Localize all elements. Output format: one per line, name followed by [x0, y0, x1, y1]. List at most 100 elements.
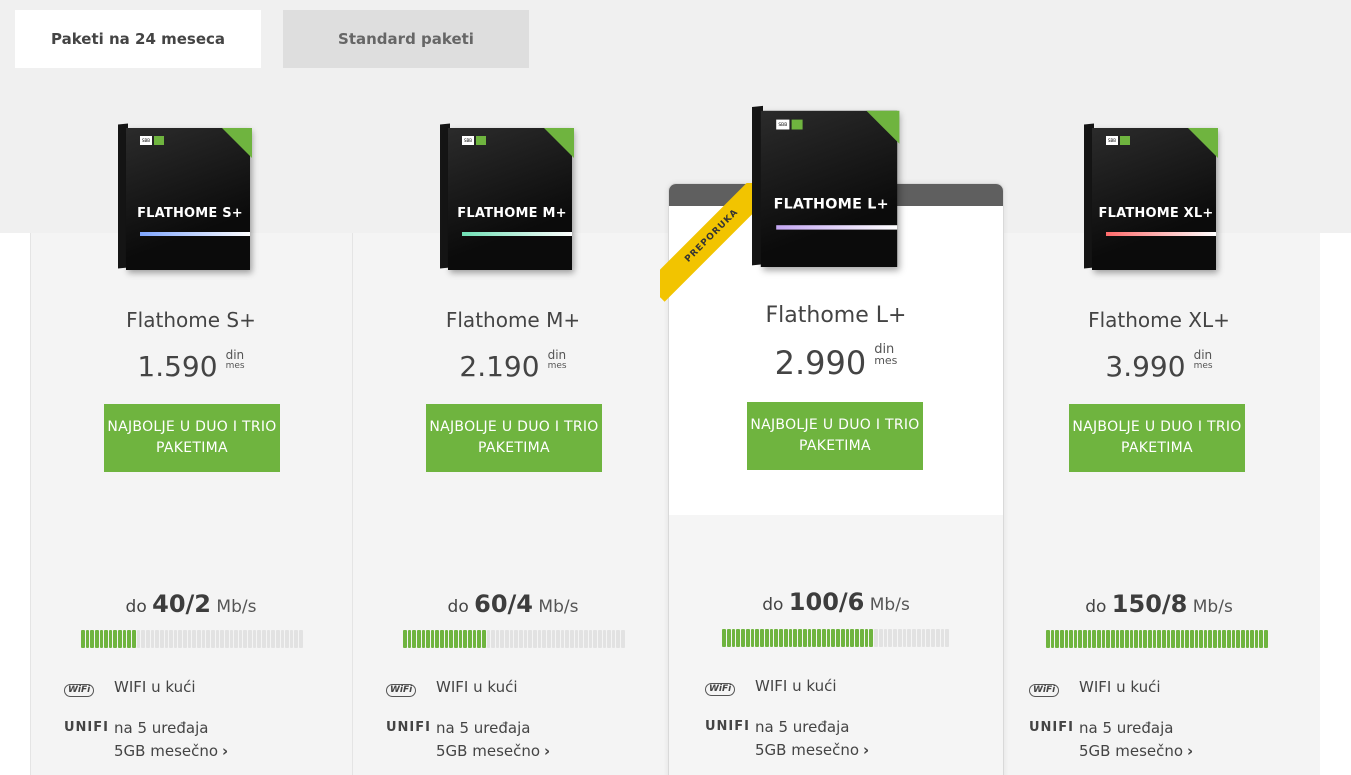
speed-meter-segment: [1097, 630, 1101, 648]
box-stripe: [462, 232, 572, 236]
speed-meter-segment: [403, 630, 407, 648]
speed-meter-segment: [1078, 630, 1083, 648]
speed-meter-segment: [878, 629, 883, 647]
speed-meter-segment: [859, 629, 864, 647]
speed-meter-segment: [1231, 630, 1236, 648]
box-label: FLATHOME L+: [773, 196, 889, 214]
speed-meter-segment: [607, 630, 611, 648]
speed-meter-segment: [916, 629, 921, 647]
speed-meter-segment: [1199, 630, 1203, 648]
speed-meter-segment: [579, 630, 583, 648]
speed-meter: [81, 630, 303, 648]
feature-wifi: WiFi WIFI u kući: [705, 677, 837, 696]
speed-meter-segment: [150, 630, 155, 648]
speed-meter-segment: [1129, 630, 1134, 648]
plan-title: Flathome L+: [765, 303, 907, 328]
speed-meter-segment: [477, 630, 481, 648]
speed-meter-segment: [271, 630, 275, 648]
speed-meter-segment: [745, 629, 750, 647]
speed-meter-segment: [491, 630, 495, 648]
chevron-right-icon[interactable]: ›: [863, 741, 869, 759]
speed-meter-segment: [1180, 630, 1185, 648]
speed-meter-segment: [1264, 630, 1268, 648]
sbb-logo-icon: SBB: [462, 136, 474, 145]
speed-meter-segment: [1092, 630, 1097, 648]
speed-meter-segment: [440, 630, 444, 648]
feature-wifi: WiFi WIFI u kući: [386, 678, 518, 697]
speed-meter-segment: [1162, 630, 1166, 648]
box-stripe: [776, 225, 898, 230]
speed-meter-segment: [1259, 630, 1264, 648]
speed-meter-segment: [583, 630, 588, 648]
chevron-right-icon[interactable]: ›: [1187, 742, 1193, 760]
feature-unifi[interactable]: UNIFI na 5 uređaja 5GB mesečno ›: [386, 717, 550, 763]
sbb-logo-icon: SBB: [776, 119, 790, 130]
speed-meter-segment: [855, 629, 859, 647]
speed-meter-segment: [1050, 630, 1055, 648]
speed-meter-segment: [1189, 630, 1194, 648]
tab-standard[interactable]: Standard paketi: [283, 10, 529, 68]
speed-meter-segment: [99, 630, 104, 648]
cta-button[interactable]: NAJBOLJE U DUO I TRIO PAKETIMA: [104, 404, 280, 472]
speed-meter-segment: [1208, 630, 1213, 648]
speed-meter-segment: [523, 630, 528, 648]
speed-meter-segment: [570, 630, 574, 648]
cta-button[interactable]: NAJBOLJE U DUO I TRIO PAKETIMA: [426, 404, 602, 472]
cta-button[interactable]: NAJBOLJE U DUO I TRIO PAKETIMA: [747, 402, 923, 470]
speed-meter-segment: [1059, 630, 1064, 648]
speed-meter-segment: [192, 630, 197, 648]
speed-meter-segment: [229, 630, 234, 648]
speed-meter-segment: [505, 630, 509, 648]
chevron-right-icon[interactable]: ›: [544, 742, 550, 760]
feature-unifi[interactable]: UNIFI na 5 uređaja 5GB mesečno ›: [64, 717, 228, 763]
speed-meter-segment: [556, 630, 560, 648]
speed-meter-segment: [807, 629, 812, 647]
chevron-right-icon[interactable]: ›: [222, 742, 228, 760]
speed-meter-segment: [1138, 630, 1143, 648]
speed-meter-segment: [731, 629, 736, 647]
speed-meter-segment: [1120, 630, 1124, 648]
speed-meter-segment: [611, 630, 616, 648]
feature-text: WIFI u kući: [755, 677, 837, 695]
speed-meter-segment: [248, 630, 252, 648]
tab-24-months[interactable]: Paketi na 24 meseca: [15, 10, 261, 68]
product-box-s: SBB FLATHOME S+: [118, 120, 252, 270]
speed-meter-segment: [736, 629, 740, 647]
speed-meter-segment: [108, 630, 113, 648]
speed-meter-segment: [238, 630, 243, 648]
speed-label: do 40/2 Mb/s: [125, 590, 257, 618]
speed-meter-segment: [1236, 630, 1240, 648]
speed-meter: [1046, 630, 1268, 648]
speed-meter-segment: [1250, 630, 1254, 648]
speed-meter-segment: [1087, 630, 1092, 648]
speed-meter-segment: [187, 630, 192, 648]
speed-meter-segment: [926, 629, 930, 647]
speed-meter-segment: [621, 630, 625, 648]
speed-meter-segment: [1148, 630, 1152, 648]
speed-meter-segment: [1175, 630, 1180, 648]
speed-meter-segment: [1152, 630, 1157, 648]
speed-meter-segment: [826, 629, 831, 647]
speed-meter-segment: [430, 630, 435, 648]
wifi-badge-icon: WiFi: [64, 684, 95, 697]
price-value: 2.990: [774, 344, 867, 382]
speed-meter-segment: [94, 630, 99, 648]
price-value: 1.590: [137, 350, 218, 383]
speed-meter-segment: [173, 630, 178, 648]
cta-button[interactable]: NAJBOLJE U DUO I TRIO PAKETIMA: [1069, 404, 1245, 472]
speed-meter-segment: [764, 629, 769, 647]
speed-meter-segment: [893, 629, 897, 647]
speed-meter-segment: [722, 629, 726, 647]
feature-unifi[interactable]: UNIFI na 5 uređaja 5GB mesečno ›: [1029, 717, 1193, 763]
speed-meter-segment: [486, 630, 491, 648]
corner-triangle-icon: [1188, 128, 1218, 158]
speed-meter-segment: [104, 630, 108, 648]
speed-meter-segment: [1143, 630, 1148, 648]
corner-triangle-icon: [222, 128, 252, 158]
speed-meter-segment: [769, 629, 774, 647]
feature-unifi[interactable]: UNIFI na 5 uređaja 5GB mesečno ›: [705, 716, 869, 762]
speed-meter-segment: [519, 630, 523, 648]
plan-title: Flathome S+: [126, 308, 256, 332]
speed-label: do 100/6 Mb/s: [762, 588, 910, 616]
speed-meter-segment: [1166, 630, 1171, 648]
